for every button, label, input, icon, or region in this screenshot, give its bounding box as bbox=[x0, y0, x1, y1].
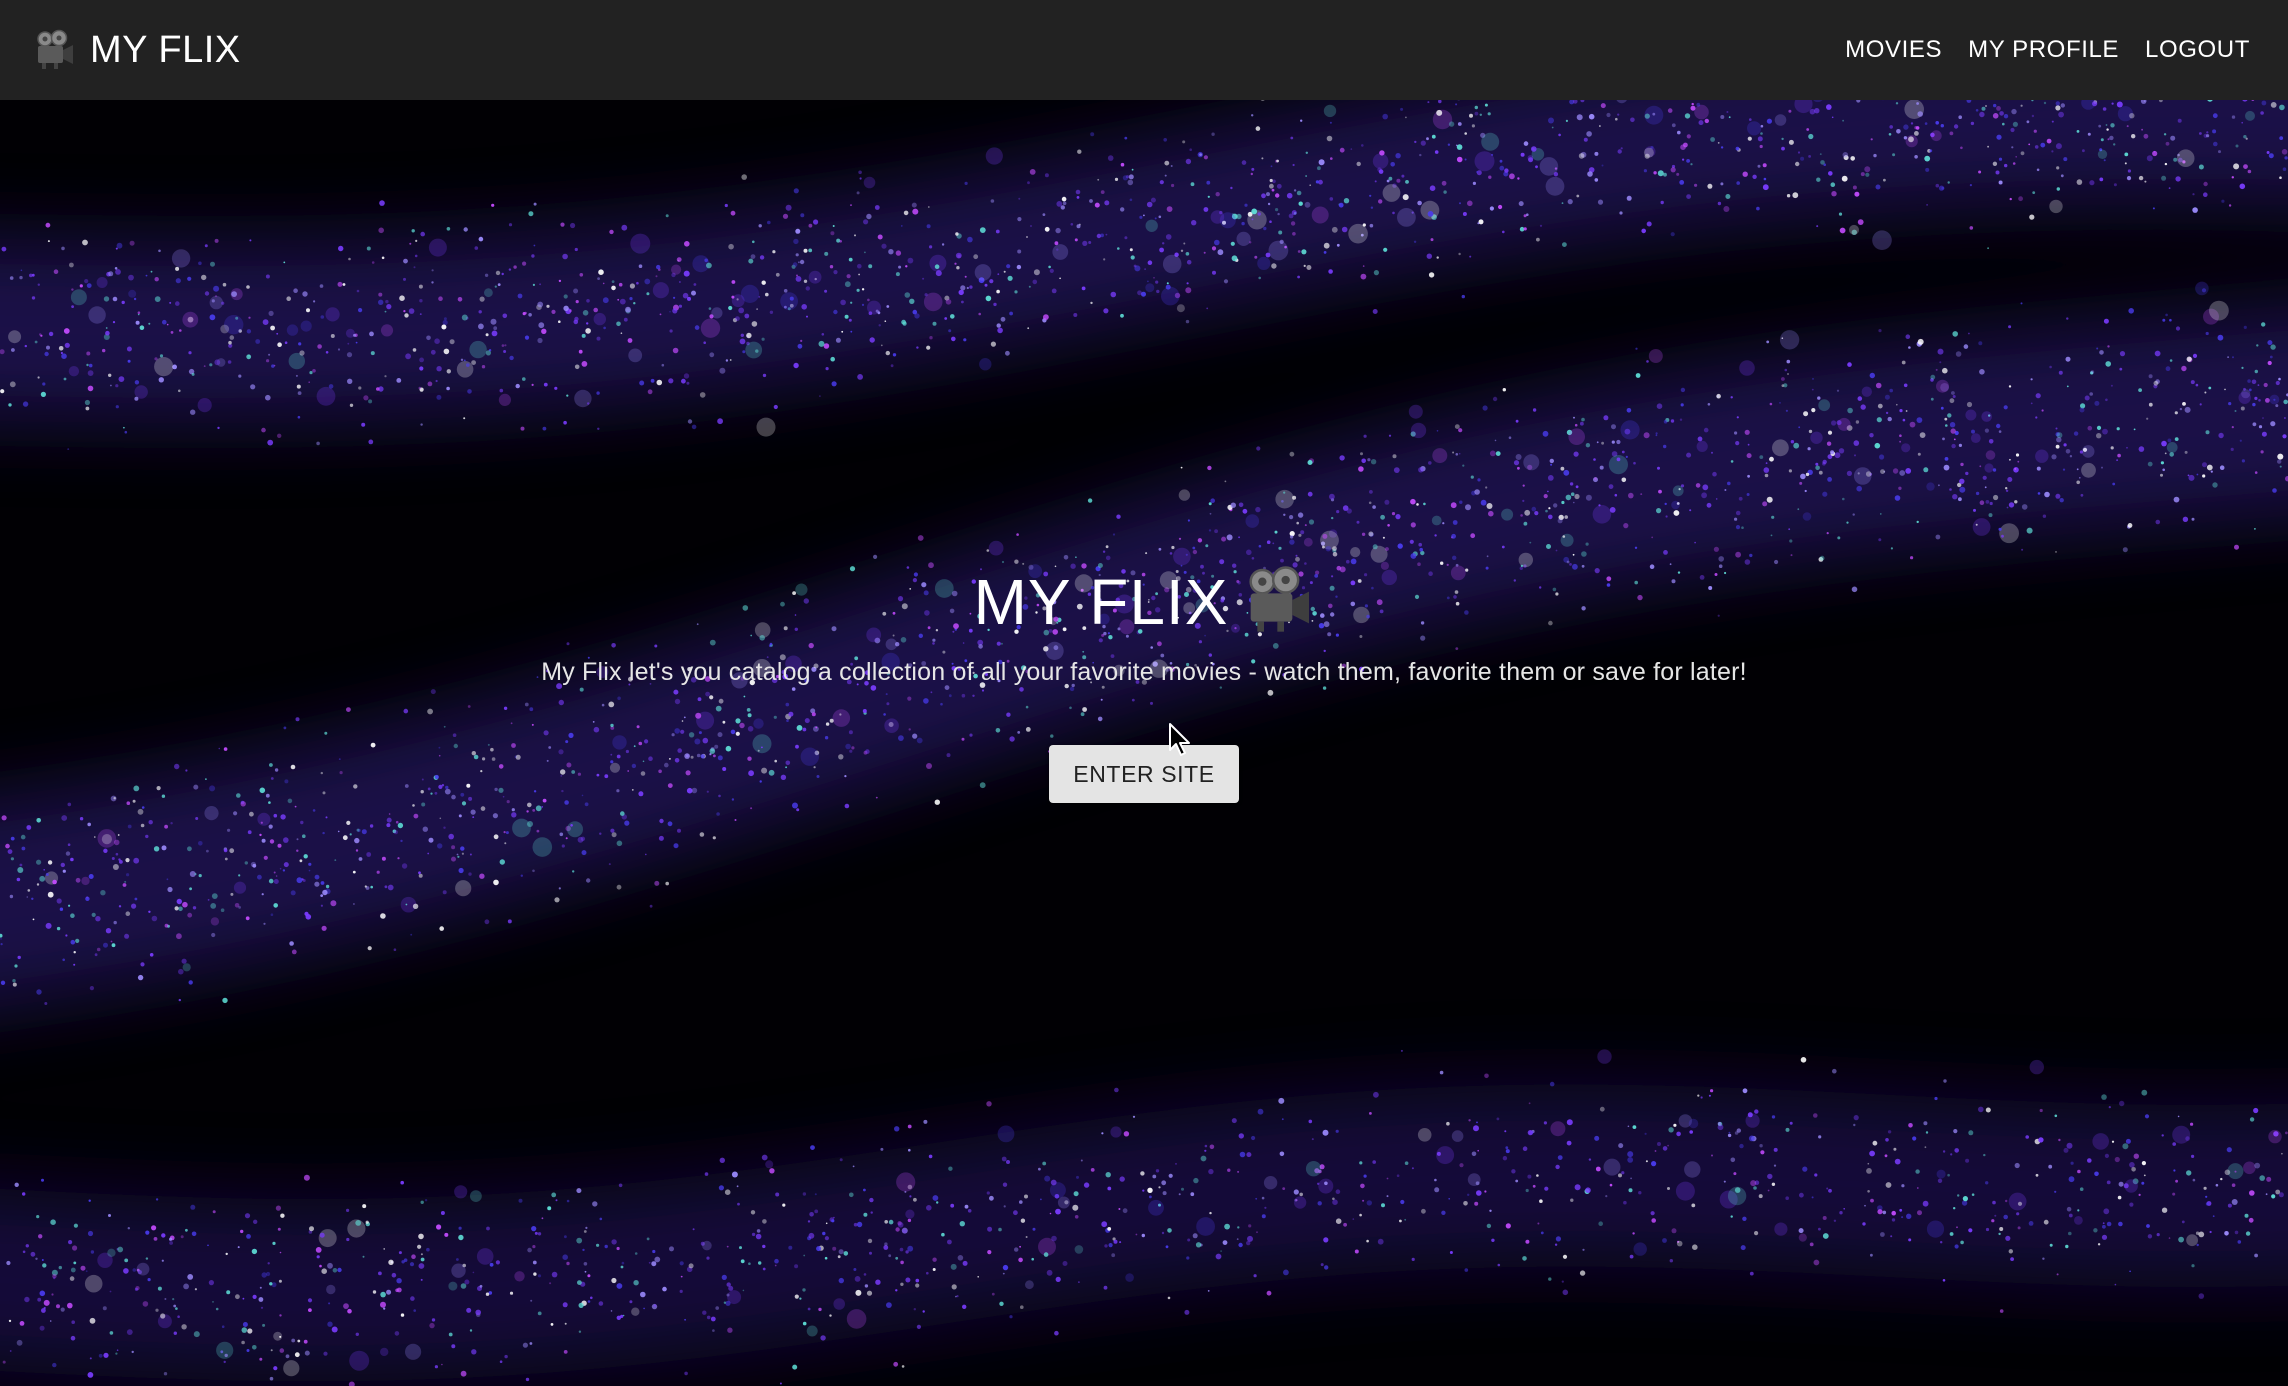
nav-links: MOVIES MY PROFILE LOGOUT bbox=[1845, 36, 2250, 64]
nav-logout-link[interactable]: LOGOUT bbox=[2145, 36, 2250, 64]
brand-title: MY FLIX bbox=[90, 28, 241, 71]
hero-section: MY FLIX My Flix let's you catalog a coll… bbox=[0, 100, 2288, 1386]
enter-site-button[interactable]: ENTER SITE bbox=[1049, 745, 1239, 803]
movie-camera-icon bbox=[34, 29, 76, 71]
top-navbar: MY FLIX MOVIES MY PROFILE LOGOUT bbox=[0, 0, 2288, 100]
hero-title: MY FLIX bbox=[973, 566, 1229, 638]
nav-my-profile-link[interactable]: MY PROFILE bbox=[1968, 36, 2119, 64]
brand-link[interactable]: MY FLIX bbox=[34, 29, 241, 72]
hero-title-row: MY FLIX bbox=[0, 560, 2288, 644]
hero-content: MY FLIX My Flix let's you catalog a coll… bbox=[0, 560, 2288, 803]
nav-movies-link[interactable]: MOVIES bbox=[1845, 36, 1942, 64]
movie-camera-icon bbox=[1244, 565, 1314, 640]
mouse-cursor-icon bbox=[1169, 723, 1190, 756]
hero-description: My Flix let's you catalog a collection o… bbox=[541, 658, 1747, 686]
